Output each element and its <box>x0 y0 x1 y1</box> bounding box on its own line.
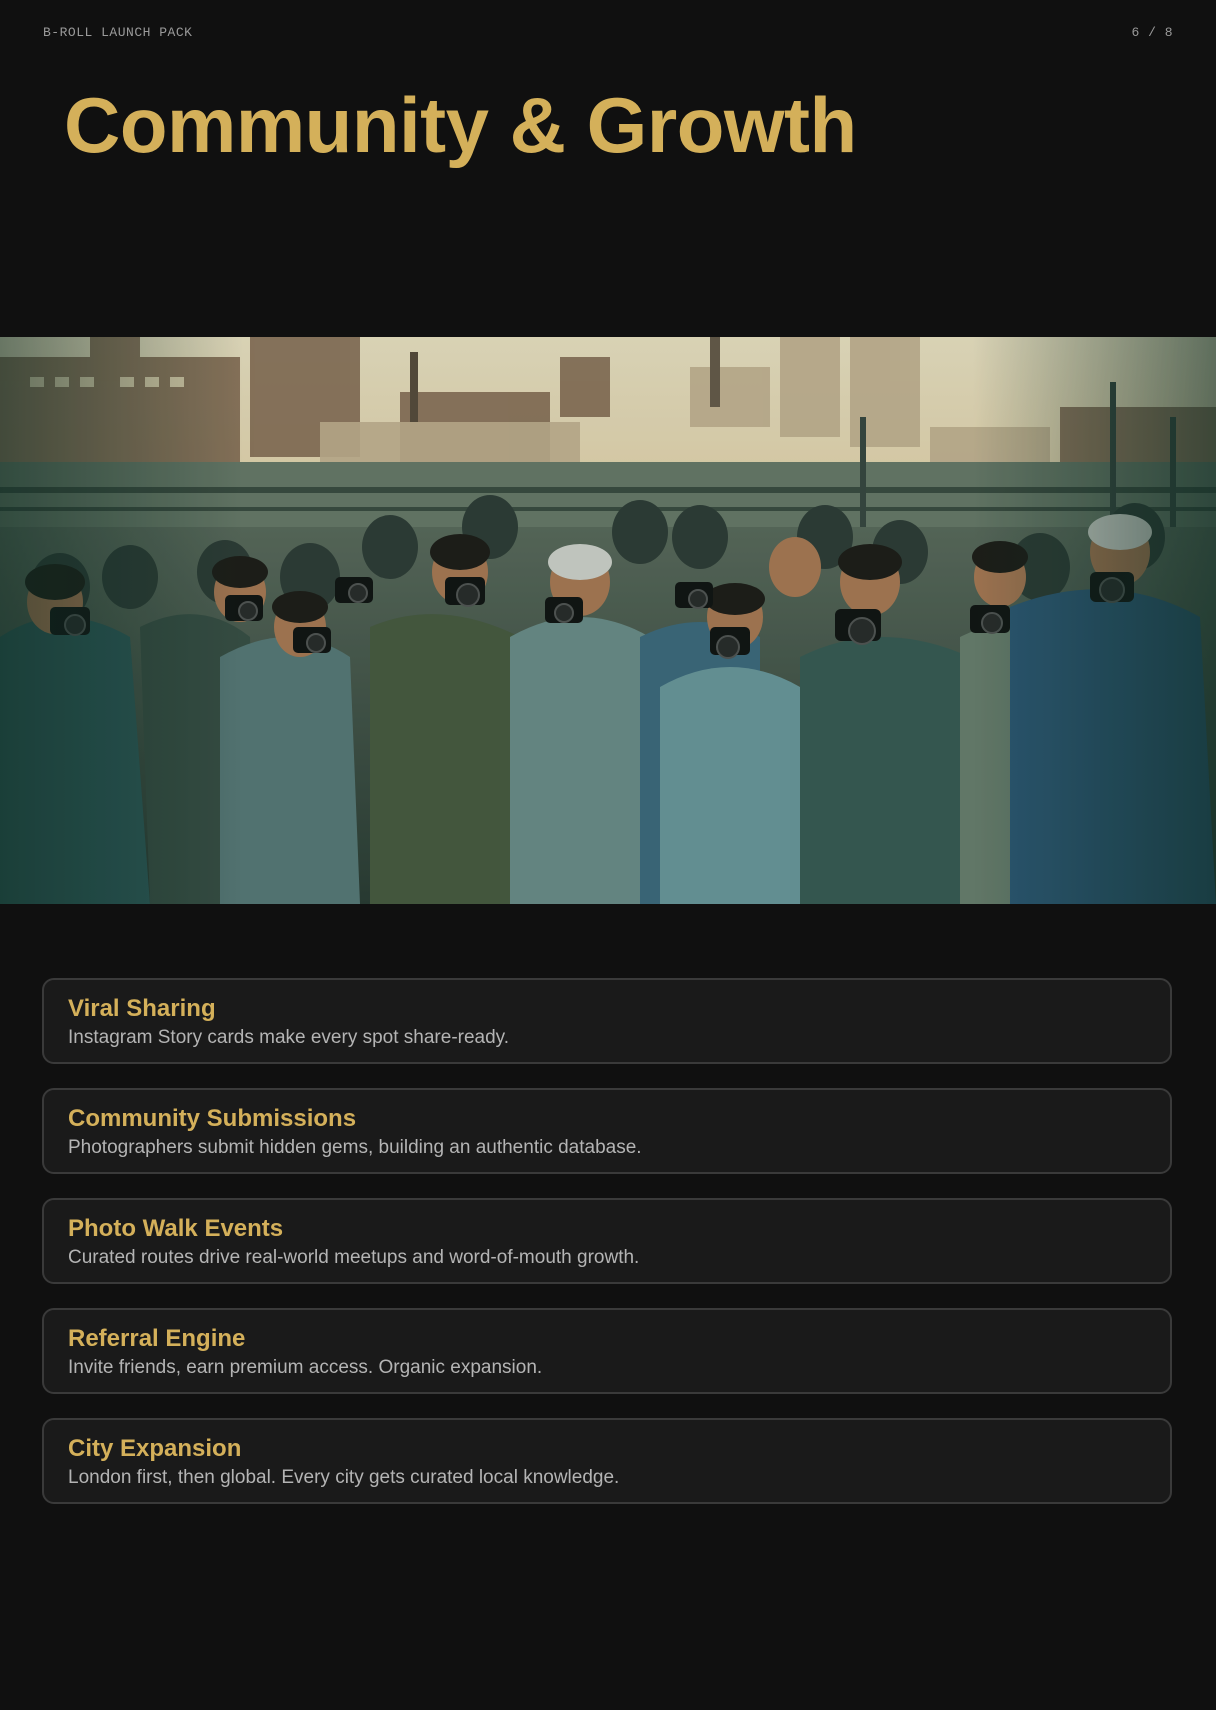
deck-label: B-ROLL LAUNCH PACK <box>43 24 193 40</box>
feature-card-photo-walk-events: Photo Walk Events Curated routes drive r… <box>42 1198 1172 1284</box>
feature-title: Community Submissions <box>68 1105 357 1132</box>
feature-card-city-expansion: City Expansion London first, then global… <box>42 1418 1172 1504</box>
top-bar: B-ROLL LAUNCH PACK 6 / 8 <box>43 22 1173 42</box>
feature-list: Viral Sharing Instagram Story cards make… <box>42 978 1172 1528</box>
feature-title: Referral Engine <box>68 1325 246 1352</box>
feature-title: City Expansion <box>68 1435 242 1462</box>
feature-description: London first, then global. Every city ge… <box>68 1467 620 1488</box>
feature-card-viral-sharing: Viral Sharing Instagram Story cards make… <box>42 978 1172 1064</box>
feature-title: Photo Walk Events <box>68 1215 284 1242</box>
feature-description: Photographers submit hidden gems, buildi… <box>68 1137 642 1158</box>
feature-card-referral-engine: Referral Engine Invite friends, earn pre… <box>42 1308 1172 1394</box>
feature-title: Viral Sharing <box>68 995 216 1022</box>
feature-card-community-submissions: Community Submissions Photographers subm… <box>42 1088 1172 1174</box>
feature-description: Invite friends, earn premium access. Org… <box>68 1357 543 1378</box>
hero-photo <box>0 337 1216 904</box>
feature-description: Instagram Story cards make every spot sh… <box>68 1027 510 1048</box>
feature-description: Curated routes drive real-world meetups … <box>68 1247 640 1268</box>
page-indicator: 6 / 8 <box>1131 24 1173 40</box>
slide-title: Community & Growth <box>64 81 857 169</box>
hero-photo-illustration <box>0 337 1216 904</box>
